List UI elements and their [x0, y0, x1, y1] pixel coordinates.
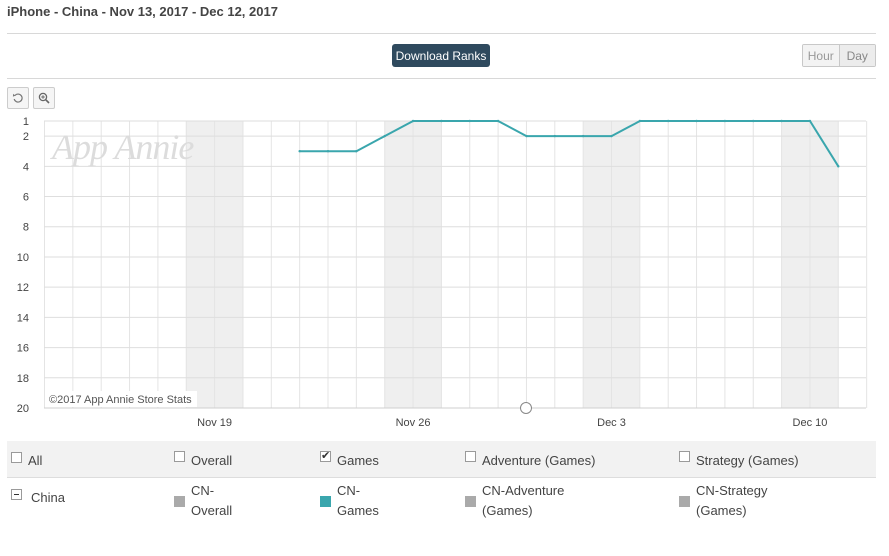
cn-strategy-label: CN-Strategy (Games): [696, 483, 768, 518]
china-collapse-toggle[interactable]: [11, 489, 22, 500]
page-title: iPhone - China - Nov 13, 2017 - Dec 12, …: [7, 4, 278, 19]
watermark: App Annie: [50, 127, 194, 167]
data-point: [695, 119, 698, 123]
x-tick-label: Dec 10: [793, 417, 828, 429]
strategy-games-label: Strategy (Games): [696, 453, 799, 468]
y-tick-label: 1: [23, 116, 29, 128]
cn-games-swatch[interactable]: [320, 496, 331, 507]
series-line-cn-games: [299, 120, 840, 167]
data-point: [638, 119, 642, 123]
data-point: [752, 119, 755, 123]
cn-adventure-swatch[interactable]: [465, 496, 476, 507]
adventure-games-label: Adventure (Games): [482, 453, 596, 468]
hour-button[interactable]: Hour: [803, 45, 839, 66]
cn-overall-label: CN- Overall: [191, 483, 233, 518]
day-button[interactable]: Day: [838, 45, 875, 66]
adventure-games-checkbox[interactable]: [465, 451, 476, 462]
reset-icon: [12, 93, 23, 103]
reset-zoom-button[interactable]: [7, 87, 29, 109]
overall-checkbox[interactable]: [174, 451, 185, 462]
download-ranks-button[interactable]: Download Ranks: [392, 44, 490, 67]
y-tick-label: 8: [23, 222, 29, 234]
games-checkbox[interactable]: [320, 449, 331, 462]
cn-games-label: CN- Games: [337, 483, 379, 518]
y-tick-label: 2: [23, 131, 29, 143]
data-point: [553, 134, 556, 138]
copyright-label: ©2017 App Annie Store Stats: [49, 394, 192, 406]
legend-category-row: All Overall Games Adventure (Games) Stra…: [7, 441, 876, 478]
navigator-handle[interactable]: [520, 402, 532, 414]
legend: All Overall Games Adventure (Games) Stra…: [7, 441, 876, 539]
y-tick-label: 20: [17, 403, 29, 415]
y-tick-label: 14: [17, 312, 29, 324]
data-point: [496, 119, 500, 123]
x-tick-label: Nov 26: [396, 417, 431, 429]
data-point: [808, 119, 812, 123]
data-point: [440, 119, 443, 123]
data-point: [723, 119, 727, 123]
data-point: [780, 119, 783, 123]
y-tick-label: 18: [17, 373, 29, 385]
all-checkbox[interactable]: [11, 452, 22, 463]
divider: [7, 78, 876, 79]
y-tick-label: 4: [23, 161, 29, 173]
cn-overall-swatch[interactable]: [174, 496, 185, 507]
country-label: China: [31, 490, 65, 505]
data-point: [383, 134, 386, 138]
y-tick-label: 10: [17, 252, 29, 264]
data-point: [667, 119, 670, 123]
data-point: [298, 150, 301, 153]
data-point: [326, 150, 330, 153]
y-tick-label: 12: [17, 282, 29, 294]
all-label: All: [28, 453, 43, 468]
cn-adventure-label: CN-Adventure (Games): [482, 483, 565, 518]
data-point: [468, 119, 471, 123]
data-point: [525, 134, 528, 138]
cn-strategy-swatch[interactable]: [679, 496, 690, 507]
overall-label: Overall: [191, 453, 233, 468]
data-point: [411, 119, 415, 123]
y-tick-label: 16: [17, 343, 29, 355]
zoom-icon: [38, 92, 50, 104]
rank-chart: App Annie12468101214161820Nov 19 Nov 26 De…: [17, 116, 868, 429]
data-point: [837, 165, 840, 168]
games-label: Games: [337, 453, 379, 468]
y-tick-label: 6: [23, 192, 29, 204]
data-point: [355, 150, 358, 153]
data-point: [610, 134, 613, 138]
divider: [7, 33, 876, 34]
strategy-games-checkbox[interactable]: [679, 451, 690, 462]
x-tick-label: Dec 3: [597, 417, 626, 429]
zoom-button[interactable]: [33, 87, 55, 109]
granularity-toggle: Hour Day: [802, 44, 876, 67]
x-tick-label: Nov 19: [197, 417, 232, 429]
data-point: [581, 134, 585, 138]
